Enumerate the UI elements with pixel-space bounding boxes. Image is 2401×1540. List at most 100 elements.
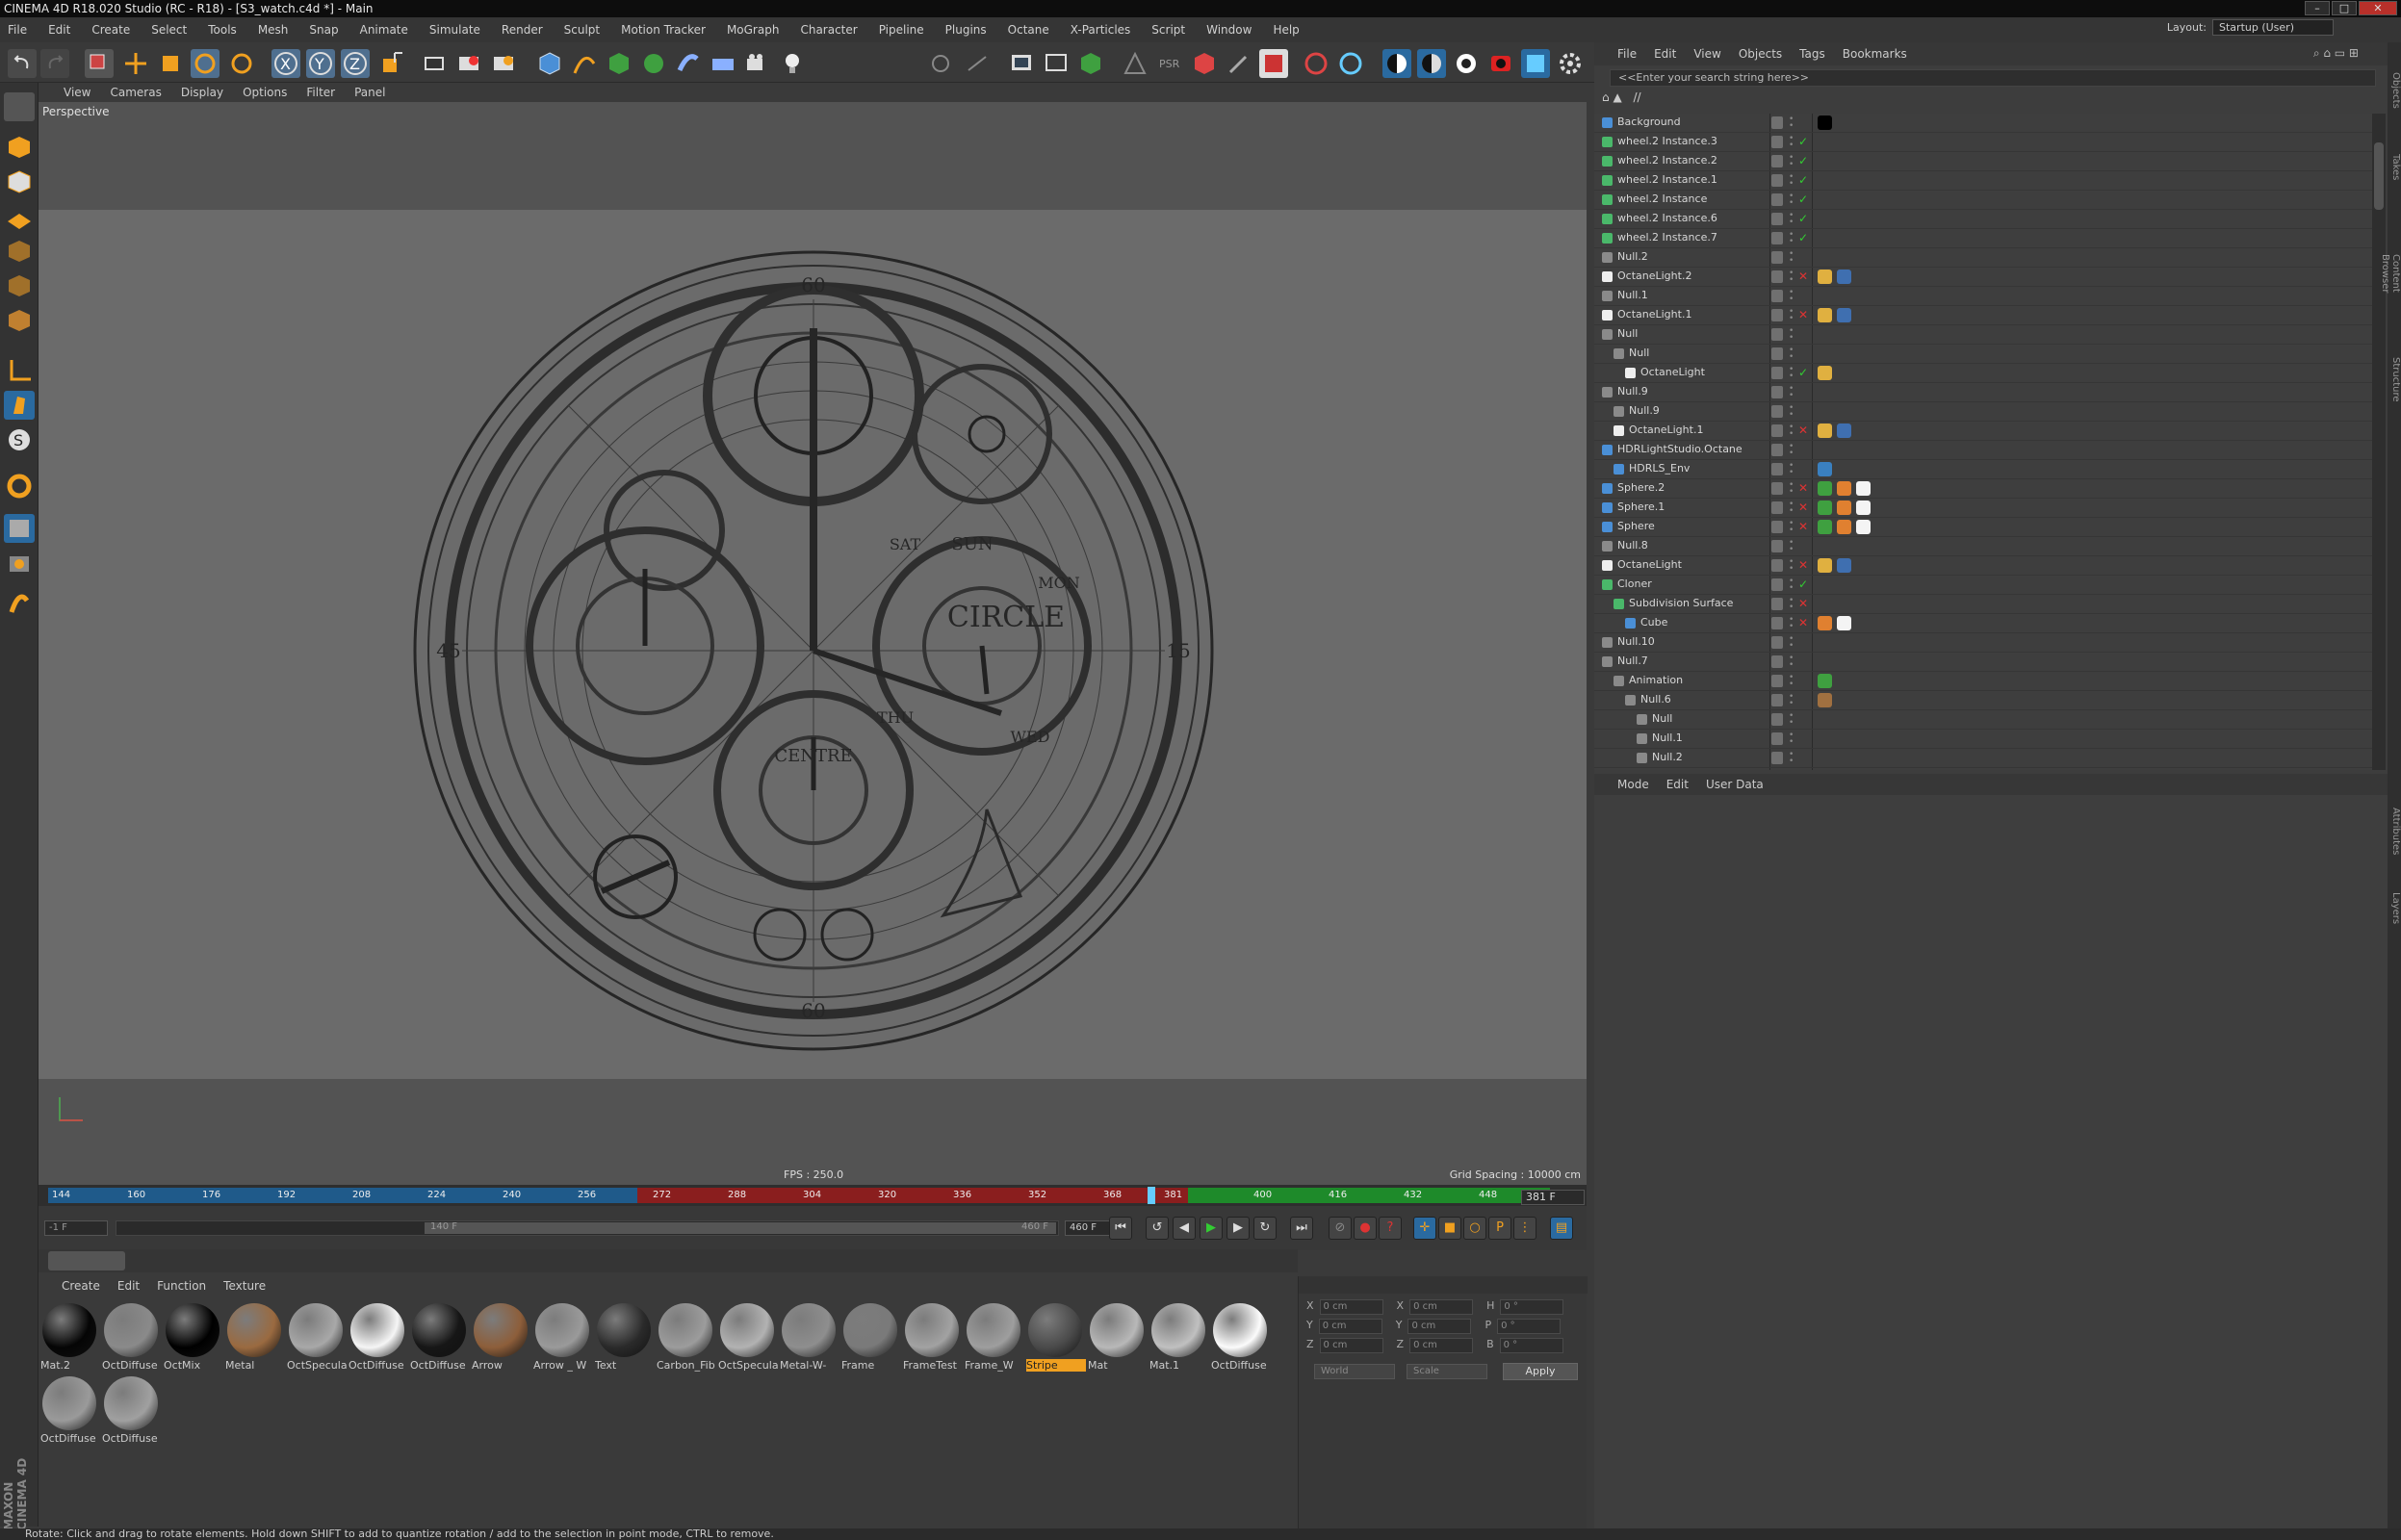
object-name[interactable]: Null — [1617, 327, 1638, 340]
visibility-dots[interactable]: • • — [1789, 404, 1794, 420]
visibility-dots[interactable]: • • — [1789, 500, 1794, 516]
side-tab[interactable]: Content Browser — [2380, 235, 2401, 312]
visibility-dots[interactable]: • • — [1789, 173, 1794, 189]
menu-item[interactable]: MoGraph — [727, 23, 780, 37]
material-swatch[interactable]: Mat.2 — [40, 1301, 98, 1372]
scale-icon[interactable] — [156, 49, 185, 78]
menu-item[interactable]: Help — [1273, 23, 1299, 37]
visibility-dots[interactable]: • • — [1789, 270, 1794, 285]
material-swatch[interactable]: Metal-W- — [780, 1301, 838, 1372]
object-name[interactable]: wheel.2 Instance.6 — [1617, 212, 1717, 224]
object-name[interactable]: Null.2 — [1652, 751, 1683, 763]
material-menu-item[interactable]: Texture — [223, 1279, 266, 1293]
object-name[interactable]: OctaneLight.1 — [1617, 308, 1691, 321]
menu-item[interactable]: Octane — [1008, 23, 1049, 37]
xp-system-icon[interactable] — [1336, 49, 1365, 78]
coord-field[interactable]: 0 cm — [1319, 1299, 1383, 1315]
object-tag-icon[interactable] — [1818, 500, 1832, 515]
material-menu-item[interactable]: Create — [62, 1279, 100, 1293]
object-row[interactable]: Null • • — [1594, 345, 2372, 364]
object-row[interactable]: OctaneLight • • ✕ — [1594, 556, 2372, 576]
object-tag-icon[interactable] — [1818, 116, 1832, 130]
goto-end-icon[interactable]: ⏭ — [1290, 1217, 1313, 1240]
object-name[interactable]: Null.7 — [1617, 654, 1648, 667]
key-position-icon[interactable]: ✛ — [1413, 1217, 1436, 1240]
visibility-dots[interactable]: • • — [1789, 539, 1794, 554]
soft-selection-icon[interactable] — [4, 589, 35, 618]
material-swatch[interactable]: Frame_W — [965, 1301, 1022, 1372]
layer-toggle[interactable] — [1771, 540, 1783, 552]
render-view-icon[interactable] — [420, 49, 449, 78]
camera-icon[interactable] — [743, 49, 772, 78]
brush-icon[interactable] — [1225, 49, 1253, 78]
object-row[interactable]: Null.9 • • — [1594, 383, 2372, 402]
object-row[interactable]: OctaneLight.1 • • ✕ — [1594, 306, 2372, 325]
object-name[interactable]: HDRLightStudio.Octane — [1617, 443, 1743, 455]
layer-toggle[interactable] — [1771, 694, 1783, 706]
object-row[interactable]: Sphere.2 • • ✕ — [1594, 479, 2372, 499]
object-name[interactable]: Null.10 — [1617, 635, 1655, 648]
half-circle-icon[interactable] — [1417, 49, 1446, 78]
y-axis-icon[interactable]: Y — [306, 49, 335, 78]
layer-toggle[interactable] — [1771, 752, 1783, 764]
polygons-mode-icon[interactable] — [4, 306, 35, 335]
visibility-dots[interactable]: • • — [1789, 443, 1794, 458]
visibility-dots[interactable]: • • — [1789, 674, 1794, 689]
viewport-menu-item[interactable]: Cameras — [110, 86, 161, 99]
coord-mode-dropdown[interactable]: Scale — [1407, 1364, 1487, 1379]
layer-toggle[interactable] — [1771, 578, 1783, 591]
scrollbar-thumb[interactable] — [2374, 142, 2384, 210]
key-scale-icon[interactable]: ■ — [1438, 1217, 1461, 1240]
layer-toggle[interactable] — [1771, 213, 1783, 225]
record-key-icon[interactable]: ● — [1354, 1217, 1377, 1240]
layer-toggle[interactable] — [1771, 713, 1783, 726]
object-tag-icon[interactable] — [1837, 308, 1851, 322]
visibility-dots[interactable]: • • — [1789, 654, 1794, 670]
material-swatch[interactable]: OctDiffuse — [1211, 1301, 1269, 1372]
maximize-button[interactable]: □ — [2332, 1, 2357, 15]
model-mode-icon[interactable] — [4, 92, 35, 121]
xp-emitter-icon[interactable] — [1302, 49, 1330, 78]
object-row[interactable]: Null.10 • • — [1594, 633, 2372, 653]
object-tag-icon[interactable] — [1818, 693, 1832, 707]
side-tab[interactable]: Takes — [2388, 129, 2401, 206]
apply-button[interactable]: Apply — [1503, 1363, 1578, 1380]
object-row[interactable]: Null • • — [1594, 710, 2372, 730]
object-status[interactable]: ✕ — [1798, 520, 1808, 533]
coord-field[interactable]: 0 cm — [1319, 1338, 1383, 1353]
layer-toggle[interactable] — [1771, 309, 1783, 321]
menu-item[interactable]: Script — [1151, 23, 1185, 37]
object-name[interactable]: OctaneLight.1 — [1629, 424, 1703, 436]
visibility-dots[interactable]: • • — [1789, 116, 1794, 131]
render-queue-icon[interactable] — [1521, 49, 1550, 78]
layout-selector[interactable]: Layout: Startup (User) — [2167, 19, 2334, 36]
layer-toggle[interactable] — [1771, 501, 1783, 514]
layer-toggle[interactable] — [1771, 232, 1783, 244]
layer-toggle[interactable] — [1771, 636, 1783, 649]
object-status[interactable]: ✓ — [1798, 173, 1808, 187]
object-status[interactable]: ✕ — [1798, 308, 1808, 321]
visibility-dots[interactable]: • • — [1789, 231, 1794, 246]
visibility-dots[interactable]: • • — [1789, 712, 1794, 728]
attribute-menu-item[interactable]: Mode — [1617, 778, 1649, 791]
tweak-mode-icon[interactable] — [4, 391, 35, 420]
visibility-dots[interactable]: • • — [1789, 385, 1794, 400]
coord-field[interactable]: 0 ° — [1497, 1319, 1562, 1334]
object-status[interactable]: ✓ — [1798, 192, 1808, 206]
object-name[interactable]: OctaneLight.2 — [1617, 270, 1691, 282]
points-mode-icon[interactable] — [4, 237, 35, 266]
object-tag-icon[interactable] — [1818, 481, 1832, 496]
side-tab[interactable]: Attributes — [2388, 793, 2401, 870]
object-tag-icon[interactable] — [1818, 424, 1832, 438]
visibility-dots[interactable]: • • — [1789, 135, 1794, 150]
timeline-layout-icon[interactable]: ▤ — [1550, 1217, 1573, 1240]
material-swatch[interactable]: OctDiffuse — [102, 1374, 160, 1445]
object-row[interactable]: Null.1 • • — [1594, 730, 2372, 749]
object-menu-item[interactable]: File — [1617, 47, 1637, 61]
axis-mode-icon[interactable] — [4, 356, 35, 385]
layer-toggle[interactable] — [1771, 732, 1783, 745]
object-name[interactable]: Animation — [1629, 674, 1683, 686]
workplane-icon[interactable] — [963, 49, 992, 78]
octane-object-icon[interactable] — [1076, 49, 1105, 78]
object-status[interactable]: ✓ — [1798, 212, 1808, 225]
